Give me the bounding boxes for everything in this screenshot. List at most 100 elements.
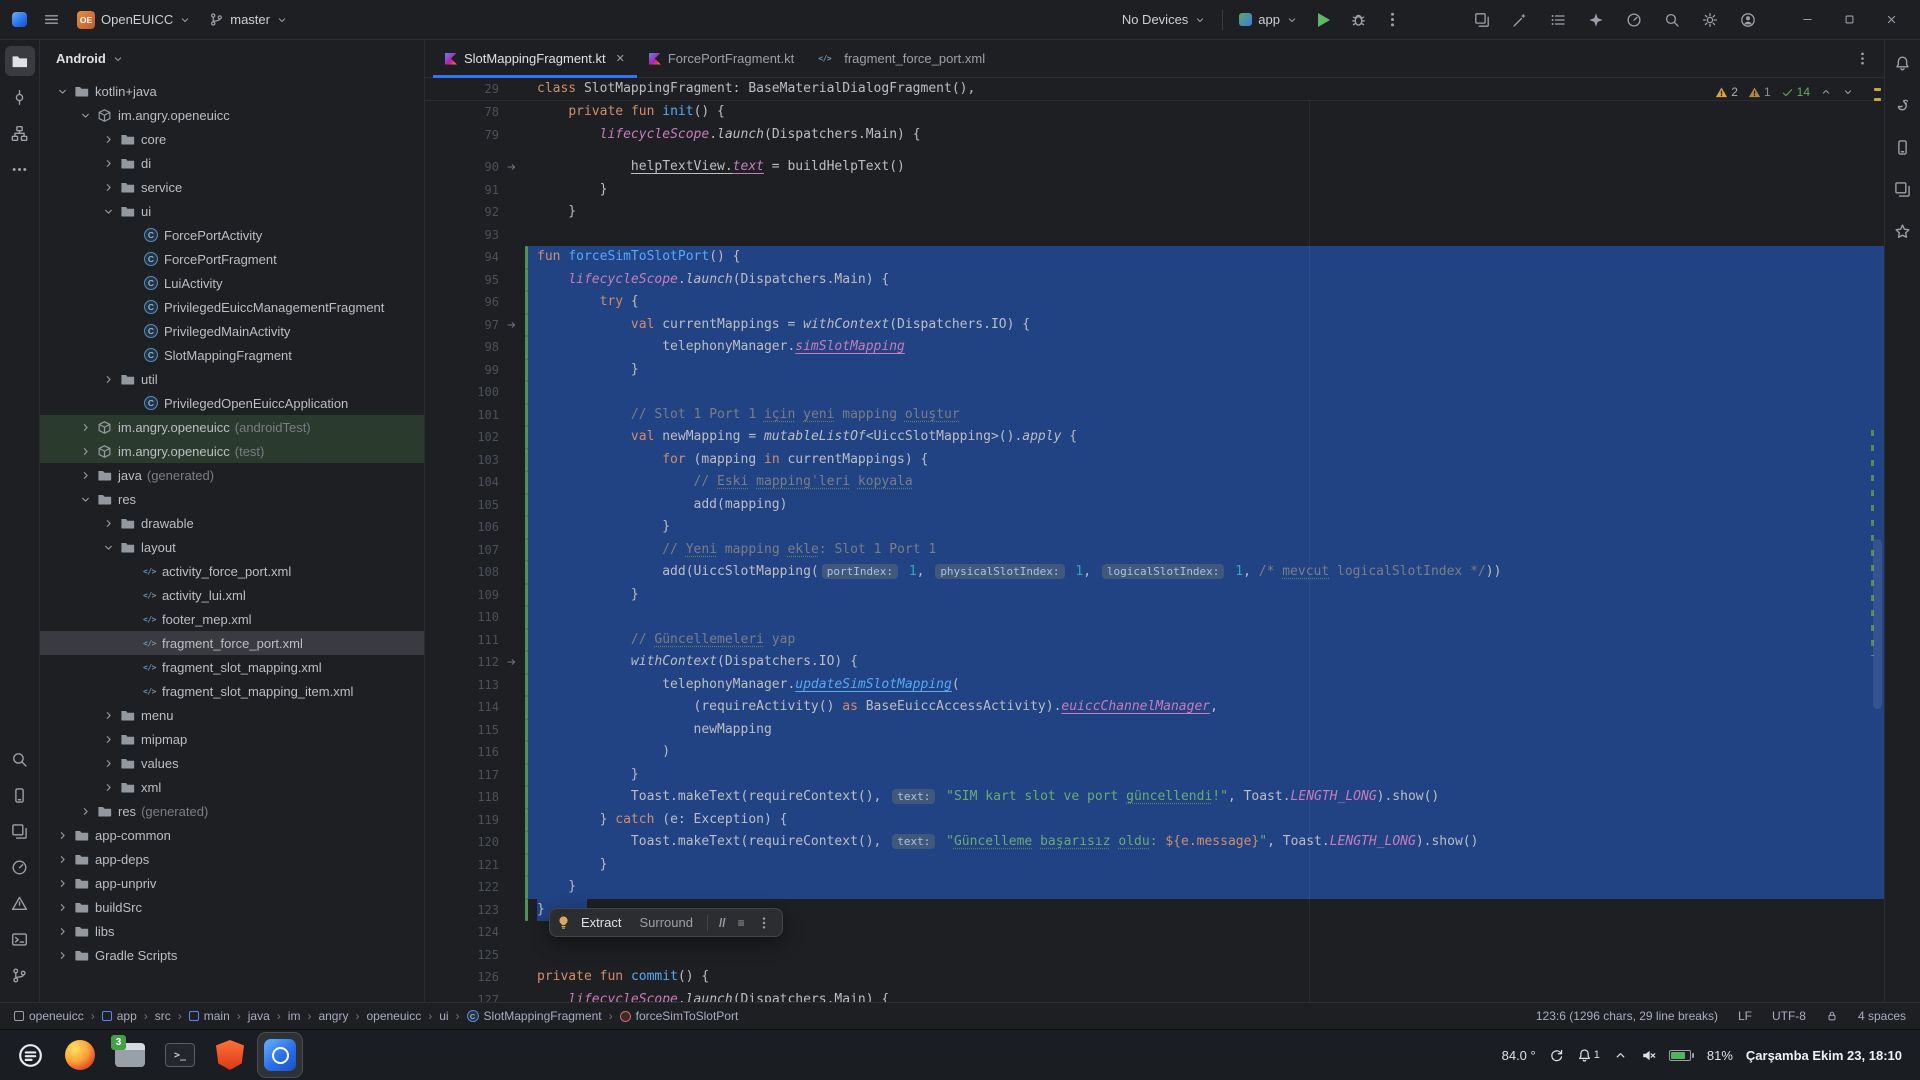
tab-options-icon[interactable]: [1841, 51, 1884, 66]
assistant-icon[interactable]: [1888, 216, 1918, 246]
breadcrumb-item[interactable]: ui: [439, 1009, 448, 1023]
more-intentions-icon[interactable]: [752, 916, 776, 930]
line-number[interactable]: 126: [425, 966, 499, 989]
code-line[interactable]: 96 try {: [425, 291, 1884, 314]
ai-actions-icon[interactable]: [1504, 4, 1536, 36]
code-line[interactable]: 90 helpTextView.text = buildHelpText(): [425, 156, 1884, 179]
chevron-down-icon[interactable]: [56, 85, 70, 98]
line-number[interactable]: 98: [425, 336, 499, 359]
line-number[interactable]: 104: [425, 471, 499, 494]
reformat-icon[interactable]: ≡: [733, 916, 750, 930]
line-number[interactable]: 90: [425, 156, 499, 179]
tree-item[interactable]: res: [40, 487, 424, 511]
code-line[interactable]: 103 for (mapping in currentMappings) {: [425, 449, 1884, 472]
more-run-actions-icon[interactable]: [1376, 4, 1408, 36]
tree-item[interactable]: </>activity_lui.xml: [40, 583, 424, 607]
app-inspection-icon[interactable]: [5, 816, 35, 846]
line-number[interactable]: 29: [425, 78, 499, 101]
tree-item[interactable]: kotlin+java: [40, 79, 424, 103]
line-number[interactable]: 96: [425, 291, 499, 314]
line-number[interactable]: 112: [425, 651, 499, 674]
tree-item[interactable]: mipmap: [40, 727, 424, 751]
tree-item[interactable]: </>fragment_force_port.xml: [40, 631, 424, 655]
line-number[interactable]: 93: [425, 224, 499, 247]
line-number[interactable]: 119: [425, 809, 499, 832]
main-menu-button[interactable]: [35, 4, 67, 36]
tree-item[interactable]: </>activity_force_port.xml: [40, 559, 424, 583]
code-line[interactable]: 29class SlotMappingFragment: BaseMateria…: [425, 78, 1884, 101]
line-number[interactable]: 110: [425, 606, 499, 629]
line-number[interactable]: 91: [425, 179, 499, 202]
passed-count-badge[interactable]: 14: [1781, 85, 1810, 99]
tree-item[interactable]: xml: [40, 775, 424, 799]
tree-item[interactable]: CSlotMappingFragment: [40, 343, 424, 367]
tree-item[interactable]: drawable: [40, 511, 424, 535]
code-line[interactable]: 78 private fun init() {: [425, 101, 1884, 124]
code-line[interactable]: 127 lifecycleScope.launch(Dispatchers.Ma…: [425, 989, 1884, 1003]
chevron-right-icon[interactable]: [102, 133, 116, 146]
line-number[interactable]: 103: [425, 449, 499, 472]
chevron-right-icon[interactable]: [102, 517, 116, 530]
code-line[interactable]: 108 add(UiccSlotMapping(portIndex: 1, ph…: [425, 561, 1884, 584]
chevron-right-icon[interactable]: [56, 901, 70, 914]
line-number[interactable]: 105: [425, 494, 499, 517]
tray-expand-icon[interactable]: [1613, 1048, 1628, 1063]
indent-setting[interactable]: 4 spaces: [1858, 1009, 1906, 1023]
line-number[interactable]: 114: [425, 696, 499, 719]
line-number[interactable]: 122: [425, 876, 499, 899]
line-number[interactable]: 99: [425, 359, 499, 382]
surround-button[interactable]: Surround: [631, 912, 700, 933]
chevron-right-icon[interactable]: [102, 733, 116, 746]
prev-problem-icon[interactable]: [1820, 86, 1832, 98]
tree-item[interactable]: libs: [40, 919, 424, 943]
line-number[interactable]: 118: [425, 786, 499, 809]
breadcrumb-item[interactable]: forceSimToSlotPort: [620, 1009, 739, 1023]
breadcrumb-item[interactable]: java: [248, 1009, 270, 1023]
chevron-right-icon[interactable]: [79, 469, 93, 482]
breadcrumb-item[interactable]: CSlotMappingFragment: [467, 1009, 602, 1023]
chevron-right-icon[interactable]: [79, 805, 93, 818]
line-number[interactable]: 108: [425, 561, 499, 584]
line-number[interactable]: 125: [425, 944, 499, 967]
structure-tool-icon[interactable]: [5, 118, 35, 148]
line-number[interactable]: 111: [425, 629, 499, 652]
search-everywhere-icon[interactable]: [1656, 4, 1688, 36]
tree-item[interactable]: values: [40, 751, 424, 775]
profiler-tool-icon[interactable]: [5, 852, 35, 882]
scrollbar-thumb[interactable]: [1873, 539, 1882, 709]
device-explorer-icon[interactable]: [1888, 132, 1918, 162]
breadcrumb-item[interactable]: openeuicc: [14, 1009, 84, 1023]
tree-item[interactable]: java(generated): [40, 463, 424, 487]
line-number[interactable]: 124: [425, 921, 499, 944]
volume-muted-icon[interactable]: [1641, 1048, 1656, 1063]
project-widget[interactable]: OE OpenEUICC: [69, 6, 199, 34]
problems-tool-icon[interactable]: [5, 888, 35, 918]
notifications-icon[interactable]: [1888, 48, 1918, 78]
next-problem-icon[interactable]: [1842, 86, 1854, 98]
tree-item[interactable]: im.angry.openeuicc(test): [40, 439, 424, 463]
line-number[interactable]: 107: [425, 539, 499, 562]
code-line[interactable]: 116 ): [425, 741, 1884, 764]
tree-item[interactable]: app-unpriv: [40, 871, 424, 895]
todo-list-icon[interactable]: [1542, 4, 1574, 36]
chevron-right-icon[interactable]: [102, 373, 116, 386]
tree-item[interactable]: CLuiActivity: [40, 271, 424, 295]
terminal-tool-icon[interactable]: [5, 924, 35, 954]
chevron-right-icon[interactable]: [56, 949, 70, 962]
code-line[interactable]: 118 Toast.makeText(requireContext(), tex…: [425, 786, 1884, 809]
sync-icon[interactable]: [1549, 1048, 1564, 1063]
folded-region[interactable]: [425, 146, 1884, 156]
chevron-right-icon[interactable]: [56, 829, 70, 842]
minimize-button[interactable]: [1786, 0, 1828, 40]
battery-icon[interactable]: [1669, 1050, 1694, 1061]
code-line[interactable]: 91 }: [425, 179, 1884, 202]
editor-scrollbar[interactable]: [1870, 78, 1884, 1002]
line-number[interactable]: 106: [425, 516, 499, 539]
tree-item[interactable]: CPrivilegedMainActivity: [40, 319, 424, 343]
line-number[interactable]: 97: [425, 314, 499, 337]
line-separator[interactable]: LF: [1738, 1009, 1752, 1023]
code-line[interactable]: 115 newMapping: [425, 719, 1884, 742]
code-line[interactable]: 117 }: [425, 764, 1884, 787]
device-mirroring-icon[interactable]: [1466, 4, 1498, 36]
device-manager-icon[interactable]: [5, 780, 35, 810]
